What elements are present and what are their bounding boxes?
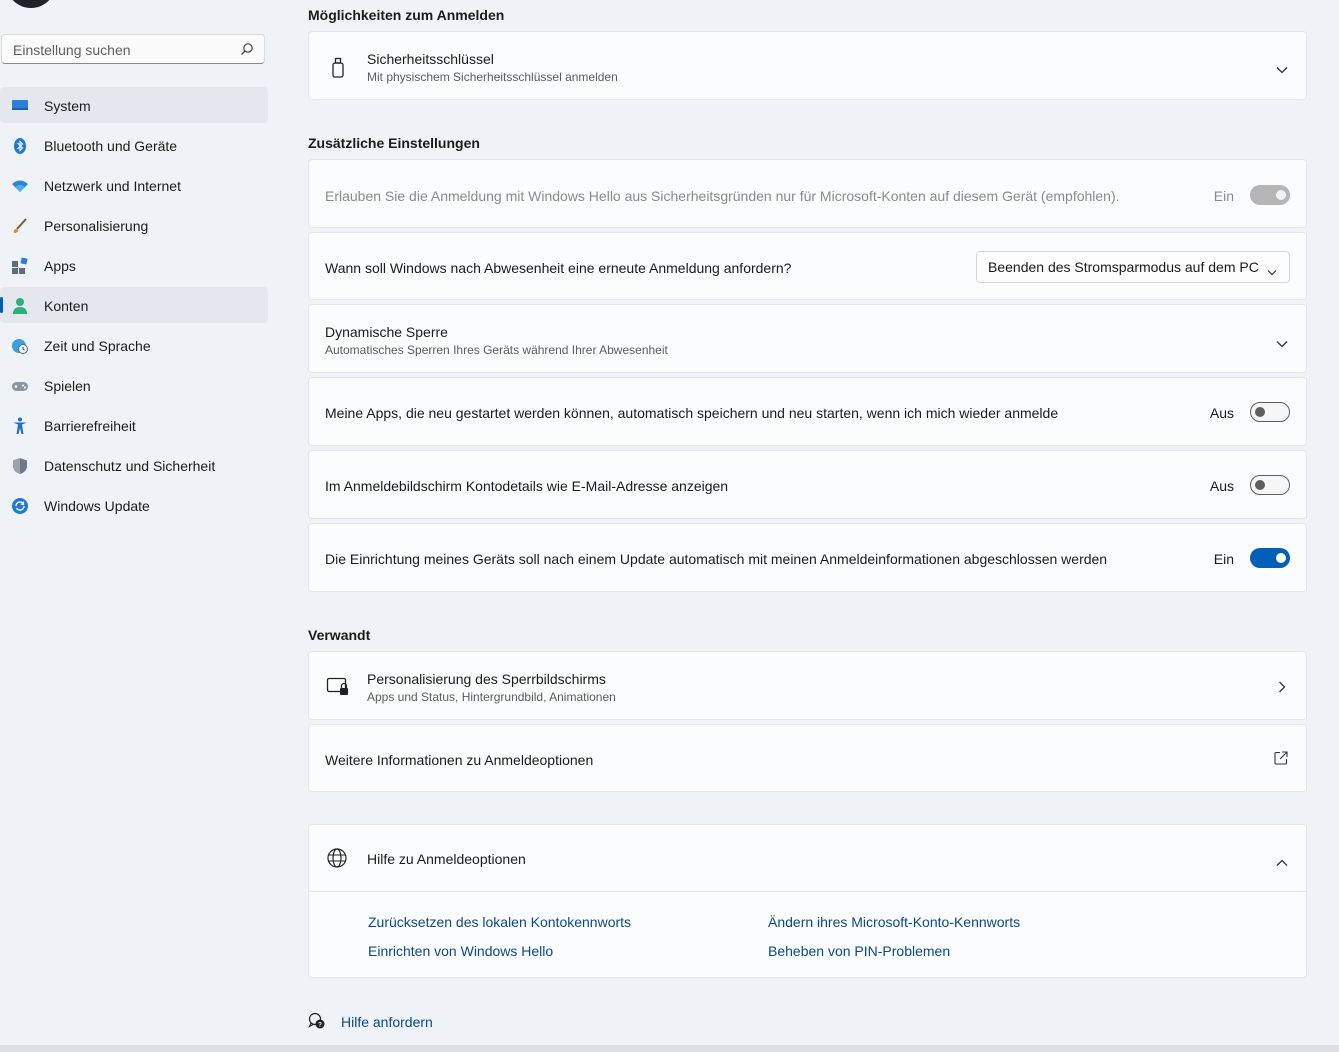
usb-key-icon [326,56,350,85]
sidebar-item-label: Zeit und Sprache [44,338,151,354]
sidebar-item-privacy[interactable]: Datenschutz und Sicherheit [0,447,268,483]
card-title: Personalisierung des Sperrbildschirms [367,671,606,687]
card-subtitle: Apps und Status, Hintergrundbild, Animat… [367,690,616,704]
reauth-text: Wann soll Windows nach Abwesenheit eine … [325,260,792,276]
get-help-link[interactable]: Hilfe anfordern [341,1014,433,1030]
sidebar-item-label: Datenschutz und Sicherheit [44,458,216,474]
account-details-text: Im Anmeldebildschirm Kontodetails wie E-… [325,478,729,494]
globe-clock-icon [11,337,29,355]
sidebar-item-windows-update[interactable]: Windows Update [0,487,268,523]
sidebar-item-bluetooth[interactable]: Bluetooth und Geräte [0,127,268,163]
person-icon [11,297,29,315]
restart-apps-card: Meine Apps, die neu gestartet werden kön… [308,377,1307,446]
chevron-down-icon[interactable] [1276,61,1288,79]
sidebar-item-label: Bluetooth und Geräte [44,138,178,154]
help-card-header[interactable]: Hilfe zu Anmeldeoptionen [309,825,1306,892]
help-card: Hilfe zu Anmeldeoptionen Zurücksetzen de… [308,824,1307,978]
lockscreen-icon [326,675,350,704]
sidebar-item-accounts[interactable]: Konten [0,287,268,323]
card-title: Dynamische Sperre [325,324,448,340]
search-input[interactable] [11,41,235,59]
help-link-reset-password[interactable]: Zurücksetzen des lokalen Kontokennworts [368,914,631,930]
chevron-up-icon[interactable] [1276,854,1288,872]
security-key-card[interactable]: Sicherheitsschlüssel Mit physischem Sich… [308,31,1307,100]
svg-text:?: ? [318,1021,322,1028]
card-subtitle: Automatisches Sperren Ihres Geräts währe… [325,343,668,357]
card-title: Sicherheitsschlüssel [367,51,494,67]
search-icon[interactable] [240,42,254,61]
finish-setup-card: Die Einrichtung meines Geräts soll nach … [308,523,1307,592]
sidebar-item-label: Barrierefreiheit [44,418,136,434]
sidebar-item-label: Personalisierung [44,218,149,234]
restart-apps-toggle[interactable] [1250,402,1290,422]
settings-search-box[interactable] [1,34,265,64]
sidebar-item-label: Apps [44,258,76,274]
dynamic-lock-card[interactable]: Dynamische Sperre Automatisches Sperren … [308,304,1307,373]
accessibility-icon [11,417,29,435]
shield-icon [11,457,29,475]
sidebar-item-apps[interactable]: Apps [0,247,268,283]
sidebar-item-accessibility[interactable]: Barrierefreiheit [0,407,268,443]
external-link-icon [1274,751,1288,770]
more-info-card[interactable]: Weitere Informationen zu Anmeldeoptionen [308,724,1307,792]
sidebar-item-personalization[interactable]: Personalisierung [0,207,268,243]
user-avatar [6,0,56,8]
sidebar-item-label: Netzwerk und Internet [44,178,181,194]
chevron-down-icon [1267,263,1277,281]
section-heading-signin-options: Möglichkeiten zum Anmelden [308,7,505,23]
toggle-state-label: Ein [1213,551,1234,567]
help-link-pin-problems[interactable]: Beheben von PIN-Problemen [768,943,950,959]
toggle-state-label: Aus [1209,405,1234,421]
hello-only-text: Erlauben Sie die Anmeldung mit Windows H… [325,188,1120,204]
globe-icon [326,847,348,874]
toggle-state-label: Aus [1209,478,1234,494]
sidebar-item-label: Windows Update [44,498,150,514]
reauth-dropdown[interactable]: Beenden des Stromsparmodus auf dem PC [976,251,1290,283]
more-info-text: Weitere Informationen zu Anmeldeoptionen [325,752,594,768]
sidebar-item-label: System [44,98,91,114]
account-details-toggle[interactable] [1250,475,1290,495]
help-title: Hilfe zu Anmeldeoptionen [367,851,526,867]
lockscreen-card[interactable]: Personalisierung des Sperrbildschirms Ap… [308,651,1307,720]
restart-apps-text: Meine Apps, die neu gestartet werden kön… [325,405,1059,421]
sidebar-nav: System Bluetooth und Geräte Netzwerk und… [0,87,268,527]
apps-icon [11,257,29,275]
finish-setup-text: Die Einrichtung meines Geräts soll nach … [325,551,1108,567]
help-link-change-ms-password[interactable]: Ändern ihres Microsoft-Konto-Kennworts [768,914,1020,930]
wifi-icon [11,177,29,195]
hello-only-card: Erlauben Sie die Anmeldung mit Windows H… [308,159,1307,228]
gamepad-icon [11,377,29,395]
update-icon [11,497,29,515]
finish-setup-toggle[interactable] [1250,548,1290,568]
sidebar-item-gaming[interactable]: Spielen [0,367,268,403]
monitor-icon [11,97,29,115]
hello-only-toggle [1250,185,1290,205]
reauth-card: Wann soll Windows nach Abwesenheit eine … [308,232,1307,300]
help-chat-icon: ? [308,1012,326,1035]
sidebar-item-network[interactable]: Netzwerk und Internet [0,167,268,203]
section-heading-related: Verwandt [308,627,371,643]
section-heading-additional: Zusätzliche Einstellungen [308,135,480,151]
chevron-right-icon [1278,680,1286,698]
card-subtitle: Mit physischem Sicherheitsschlüssel anme… [367,70,618,84]
sidebar-item-system[interactable]: System [0,87,268,123]
sidebar-item-time-language[interactable]: Zeit und Sprache [0,327,268,363]
toggle-state-label: Ein [1213,188,1234,204]
selection-indicator [0,297,3,313]
sidebar-item-label: Spielen [44,378,91,394]
dropdown-value: Beenden des Stromsparmodus auf dem PC [988,259,1259,275]
bluetooth-icon [11,137,29,155]
account-details-card: Im Anmeldebildschirm Kontodetails wie E-… [308,450,1307,519]
chevron-down-icon[interactable] [1276,335,1288,353]
help-link-setup-hello[interactable]: Einrichten von Windows Hello [368,943,553,959]
window-bottom-edge [0,1045,1339,1052]
sidebar-item-label: Konten [44,298,89,314]
brush-icon [11,217,29,235]
